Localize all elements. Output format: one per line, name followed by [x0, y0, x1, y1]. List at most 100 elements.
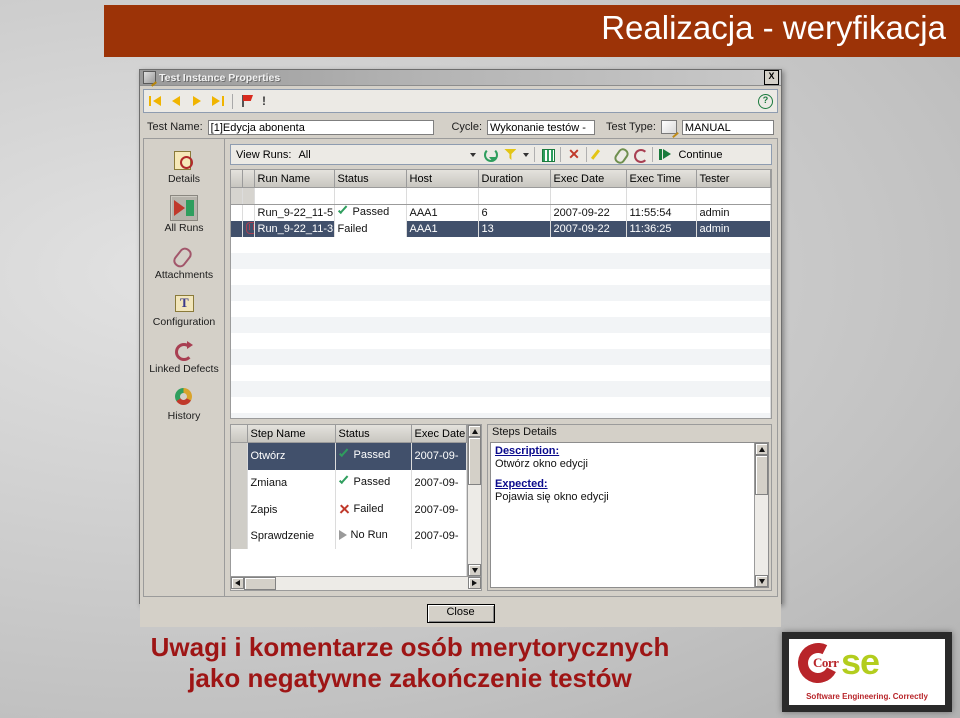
- first-record-button[interactable]: [148, 94, 162, 108]
- x-icon: [339, 504, 350, 514]
- scroll-thumb[interactable]: [244, 577, 276, 590]
- scroll-right-button[interactable]: [468, 577, 481, 589]
- scroll-track[interactable]: [755, 495, 768, 575]
- table-row[interactable]: [231, 413, 771, 418]
- scroll-left-button[interactable]: [231, 577, 244, 589]
- test-name-label: Test Name:: [147, 121, 203, 133]
- column-header-exec-date[interactable]: Exec Date: [550, 170, 627, 188]
- column-header-exec-time[interactable]: Exec Time: [626, 170, 697, 188]
- cycle-field[interactable]: Wykonanie testów -: [487, 119, 595, 135]
- chevron-right-icon: [472, 580, 477, 586]
- column-header-tester[interactable]: Tester: [696, 170, 771, 188]
- continue-button[interactable]: Continue: [678, 149, 722, 161]
- table-row[interactable]: [231, 333, 771, 349]
- scroll-track[interactable]: [276, 577, 468, 590]
- filter-cell-exec-time[interactable]: [626, 187, 697, 205]
- column-header-step-exec-date[interactable]: Exec Date: [411, 425, 467, 443]
- steps-details-body[interactable]: Description: Otwórz okno edycji Expected…: [491, 443, 754, 587]
- column-header-run-name[interactable]: Run Name: [254, 170, 335, 188]
- toolbar-separator: [652, 147, 654, 162]
- sidebar-item-details[interactable]: Details: [144, 148, 224, 185]
- scroll-down-button[interactable]: [755, 575, 768, 587]
- runs-filter-row[interactable]: [231, 187, 771, 205]
- edit-icon[interactable]: [592, 147, 607, 162]
- steps-vertical-scrollbar[interactable]: [467, 425, 481, 576]
- table-row[interactable]: [231, 253, 771, 269]
- continue-icon[interactable]: [658, 147, 673, 162]
- steps-grid[interactable]: Step Name Status Exec Date Otwórz Passed…: [230, 424, 482, 591]
- row-indicator: [231, 496, 248, 523]
- sidebar-item-label: Attachments: [154, 269, 214, 281]
- filter-cell-duration[interactable]: [478, 187, 551, 205]
- filter-cell-tester[interactable]: [696, 187, 771, 205]
- scroll-thumb[interactable]: [755, 455, 768, 495]
- filter-cell-status[interactable]: [334, 187, 407, 205]
- filter-cell-exec-date[interactable]: [550, 187, 627, 205]
- column-header-step-name[interactable]: Step Name: [247, 425, 336, 443]
- filter-icon[interactable]: [503, 147, 518, 162]
- close-icon[interactable]: X: [764, 70, 779, 85]
- sidebar-item-history[interactable]: History: [144, 385, 224, 422]
- refresh-icon[interactable]: [483, 147, 499, 162]
- view-runs-select[interactable]: All: [296, 147, 479, 162]
- defect-column-icon[interactable]: [242, 170, 255, 188]
- sidebar-item-attachments[interactable]: Attachments: [144, 244, 224, 281]
- table-row[interactable]: Otwórz Passed 2007-09-: [231, 442, 467, 470]
- close-button[interactable]: Close: [426, 604, 495, 623]
- empty-cell: [231, 237, 771, 253]
- attachment-icon[interactable]: [612, 147, 627, 162]
- table-row[interactable]: Run_9-22_11-3 Failed AAA1 13 2007-09-22 …: [231, 221, 771, 237]
- sidebar-item-label: Details: [167, 173, 201, 185]
- toolbar-separator: [232, 93, 233, 109]
- column-header-host[interactable]: Host: [406, 170, 479, 188]
- alert-icon[interactable]: !: [262, 95, 266, 107]
- table-row[interactable]: [231, 317, 771, 333]
- table-row[interactable]: [231, 285, 771, 301]
- table-row[interactable]: Zmiana Passed 2007-09-: [231, 469, 467, 497]
- test-name-field[interactable]: [1]Edycja abonenta: [207, 119, 435, 135]
- table-row[interactable]: [231, 237, 771, 253]
- previous-record-button[interactable]: [169, 94, 183, 108]
- cell-step-name: Sprawdzenie: [247, 522, 336, 550]
- scroll-up-button[interactable]: [468, 425, 481, 437]
- table-row[interactable]: [231, 397, 771, 413]
- scroll-down-button[interactable]: [468, 564, 481, 576]
- row-indicator: [231, 522, 248, 550]
- table-row[interactable]: [231, 365, 771, 381]
- last-record-button[interactable]: [211, 94, 225, 108]
- table-row[interactable]: [231, 349, 771, 365]
- sidebar-item-configuration[interactable]: Configuration: [144, 291, 224, 328]
- filter-cell-run-name[interactable]: [254, 187, 335, 205]
- table-row[interactable]: [231, 549, 467, 576]
- table-row[interactable]: [231, 269, 771, 285]
- steps-details-panel: Steps Details Description: Otwórz okno e…: [487, 424, 772, 591]
- column-header-duration[interactable]: Duration: [478, 170, 551, 188]
- table-row[interactable]: Sprawdzenie No Run 2007-09-: [231, 522, 467, 550]
- table-row[interactable]: [231, 301, 771, 317]
- scroll-track[interactable]: [468, 485, 481, 564]
- sidebar-item-linked-defects[interactable]: Linked Defects: [144, 338, 224, 375]
- next-record-button[interactable]: [190, 94, 204, 108]
- sidebar-item-all-runs[interactable]: All Runs: [144, 195, 224, 234]
- column-header-step-status[interactable]: Status: [335, 425, 412, 443]
- cell-step-exec-date: 2007-09-: [411, 522, 467, 550]
- runs-grid[interactable]: Run Name Status Host Duration Exec Date …: [230, 169, 772, 419]
- attachment-column-icon[interactable]: [231, 170, 243, 188]
- steps-horizontal-scrollbar[interactable]: [231, 576, 481, 590]
- table-row[interactable]: Run_9-22_11-5 Passed AAA1 6 2007-09-22 1…: [231, 204, 771, 221]
- filter-chevron-down-icon[interactable]: [523, 152, 530, 157]
- filter-cell-host[interactable]: [406, 187, 479, 205]
- status-text: Passed: [353, 476, 391, 489]
- table-row[interactable]: Zapis Failed 2007-09-: [231, 496, 467, 523]
- column-header-status[interactable]: Status: [334, 170, 407, 188]
- test-type-field[interactable]: MANUAL: [681, 119, 774, 135]
- scroll-thumb[interactable]: [468, 437, 481, 485]
- select-columns-icon[interactable]: [540, 147, 556, 162]
- delete-icon[interactable]: ✕: [566, 147, 581, 162]
- scroll-up-button[interactable]: [755, 443, 768, 455]
- details-vertical-scrollbar[interactable]: [754, 443, 768, 587]
- rerun-icon[interactable]: [632, 147, 649, 163]
- flag-icon[interactable]: [240, 94, 255, 108]
- table-row[interactable]: [231, 381, 771, 397]
- help-icon[interactable]: ?: [758, 93, 773, 109]
